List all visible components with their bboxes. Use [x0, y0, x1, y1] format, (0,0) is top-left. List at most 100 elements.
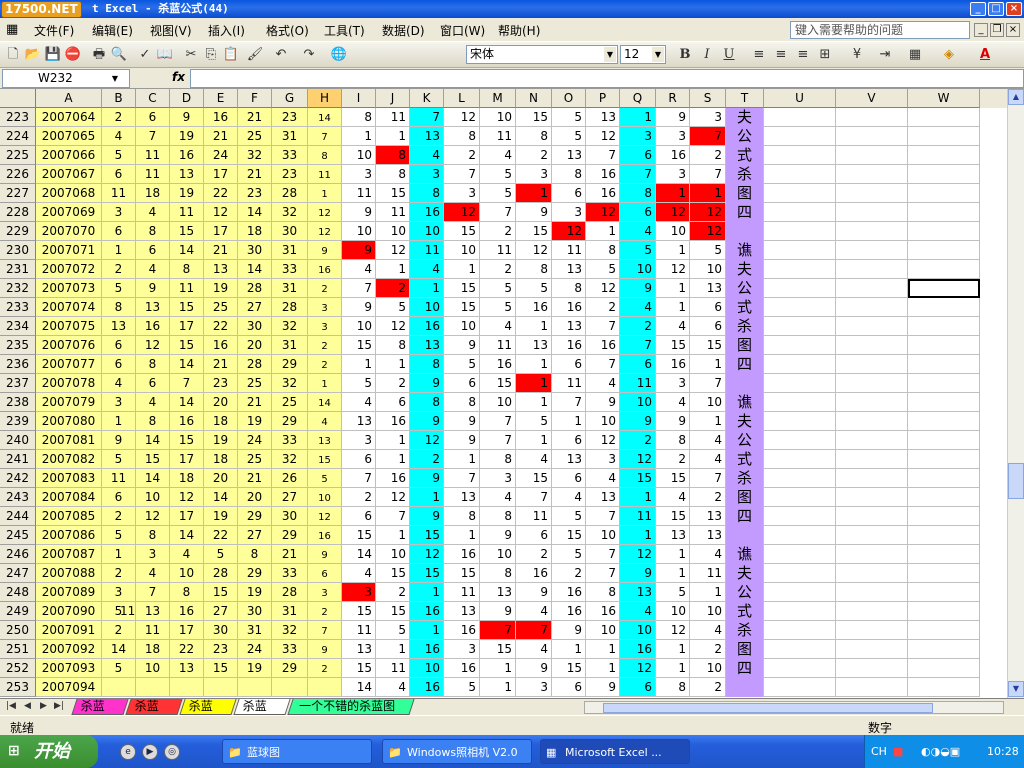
cell-kill-value[interactable]: 11	[342, 184, 376, 203]
cell-blue-ball[interactable]: 11	[308, 165, 342, 184]
cell-red-ball[interactable]: 6	[102, 336, 136, 355]
cell-kill-value[interactable]: 9	[410, 507, 444, 526]
cell-kill-value[interactable]: 13	[410, 127, 444, 146]
cell-red-ball[interactable]: 11	[170, 203, 204, 222]
cell-red-ball[interactable]: 19	[170, 184, 204, 203]
cell-kill-value[interactable]: 10	[342, 317, 376, 336]
cell-red-ball[interactable]: 23	[272, 165, 308, 184]
cell-red-ball[interactable]: 25	[204, 298, 238, 317]
cell-kill-value[interactable]: 5	[690, 241, 726, 260]
cell-red-ball[interactable]: 14	[238, 260, 272, 279]
cell-empty[interactable]	[764, 507, 836, 526]
cell-kill-value[interactable]: 7	[480, 412, 516, 431]
cell-empty[interactable]	[836, 222, 908, 241]
select-all-corner[interactable]	[0, 89, 36, 108]
cell-red-ball[interactable]: 19	[170, 127, 204, 146]
cell-kill-value[interactable]: 16	[444, 545, 480, 564]
task-camera[interactable]: 📁 Windows照相机 V2.0	[382, 739, 532, 764]
cell-empty[interactable]	[908, 526, 980, 545]
side-label-cell[interactable]	[726, 222, 764, 241]
cell-kill-value[interactable]: 8	[516, 127, 552, 146]
cell-red-ball[interactable]: 10	[136, 488, 170, 507]
cell-red-ball[interactable]: 2	[102, 507, 136, 526]
cell-red-ball[interactable]: 15	[204, 583, 238, 602]
cell-kill-value[interactable]: 13	[690, 507, 726, 526]
cell-red-ball[interactable]: 33	[272, 146, 308, 165]
cell-red-ball[interactable]: 29	[272, 659, 308, 678]
row-header[interactable]: 251	[0, 640, 36, 659]
cell-kill-value[interactable]: 3	[690, 108, 726, 127]
formula-input[interactable]	[190, 69, 1024, 88]
cell-kill-value[interactable]: 1	[516, 317, 552, 336]
cell-red-ball[interactable]: 29	[238, 507, 272, 526]
cell-kill-value[interactable]: 15	[376, 564, 410, 583]
h-scroll-thumb[interactable]	[603, 703, 933, 713]
copy-icon[interactable]: ⎘	[202, 46, 220, 64]
cell-blue-ball[interactable]	[308, 678, 342, 697]
cell-kill-value[interactable]: 8	[480, 507, 516, 526]
cell-kill-value[interactable]: 10	[410, 222, 444, 241]
name-box[interactable]: W232 ▼	[2, 69, 130, 88]
cell-issue[interactable]: 2007077	[36, 355, 102, 374]
cell-empty[interactable]	[908, 450, 980, 469]
cell-kill-value[interactable]: 3	[480, 469, 516, 488]
cell-kill-value[interactable]: 13	[444, 488, 480, 507]
cell-red-ball[interactable]: 22	[204, 526, 238, 545]
row-header[interactable]: 244	[0, 507, 36, 526]
ime-icon[interactable]: ■	[893, 735, 903, 768]
undo-icon[interactable]: ↶	[272, 46, 290, 64]
cell-kill-value[interactable]: 2	[376, 583, 410, 602]
cell-red-ball[interactable]: 7	[136, 583, 170, 602]
cell-kill-value[interactable]: 16	[376, 469, 410, 488]
cell-kill-value[interactable]: 12	[620, 450, 656, 469]
cell-red-ball[interactable]: 21	[204, 127, 238, 146]
quicklaunch-media-icon[interactable]: ▶	[142, 744, 158, 760]
cell-kill-value[interactable]: 1	[376, 450, 410, 469]
cell-red-ball[interactable]: 31	[272, 241, 308, 260]
cell-kill-value[interactable]: 4	[480, 488, 516, 507]
cell-kill-value[interactable]: 2	[376, 374, 410, 393]
cell-kill-value[interactable]: 5	[444, 678, 480, 697]
cell-kill-value[interactable]: 8	[586, 241, 620, 260]
cell-kill-value[interactable]: 1	[516, 393, 552, 412]
cell-kill-value[interactable]: 16	[516, 298, 552, 317]
cell-red-ball[interactable]: 23	[238, 184, 272, 203]
cell-kill-value[interactable]: 1	[376, 355, 410, 374]
align-left-icon[interactable]: ≡	[750, 46, 768, 64]
row-header[interactable]: 229	[0, 222, 36, 241]
cell-red-ball[interactable]: 17	[204, 222, 238, 241]
cell-kill-value[interactable]: 10	[690, 659, 726, 678]
cell-issue[interactable]: 2007065	[36, 127, 102, 146]
cell-kill-value[interactable]: 8	[480, 450, 516, 469]
cell-red-ball[interactable]: 4	[136, 260, 170, 279]
cell-issue[interactable]: 2007075	[36, 317, 102, 336]
cell-kill-value[interactable]: 3	[342, 583, 376, 602]
side-label-cell[interactable]: 杀	[726, 165, 764, 184]
cell-red-ball[interactable]: 14	[170, 393, 204, 412]
cell-red-ball[interactable]: 14	[204, 488, 238, 507]
cell-red-ball[interactable]: 24	[238, 431, 272, 450]
cell-kill-value[interactable]: 1	[690, 355, 726, 374]
cell-kill-value[interactable]: 16	[410, 203, 444, 222]
cell-red-ball[interactable]: 27	[238, 526, 272, 545]
column-header-F[interactable]: F	[238, 89, 272, 108]
cell-kill-value[interactable]: 15	[480, 374, 516, 393]
redo-icon[interactable]: ↷	[300, 46, 318, 64]
cell-kill-value[interactable]: 5	[516, 412, 552, 431]
cell-kill-value[interactable]: 6	[342, 450, 376, 469]
cell-kill-value[interactable]: 7	[480, 203, 516, 222]
cell-kill-value[interactable]: 8	[516, 260, 552, 279]
cell-red-ball[interactable]: 11	[136, 146, 170, 165]
cell-empty[interactable]	[836, 507, 908, 526]
cell-kill-value[interactable]: 15	[444, 222, 480, 241]
cell-red-ball[interactable]: 6	[102, 355, 136, 374]
cell-kill-value[interactable]: 9	[620, 279, 656, 298]
cell-kill-value[interactable]: 3	[656, 127, 690, 146]
cell-empty[interactable]	[908, 621, 980, 640]
cell-kill-value[interactable]: 1	[552, 640, 586, 659]
cell-red-ball[interactable]: 15	[170, 336, 204, 355]
cell-kill-value[interactable]: 1	[516, 374, 552, 393]
column-header-E[interactable]: E	[204, 89, 238, 108]
side-label-cell[interactable]: 四	[726, 507, 764, 526]
column-header-W[interactable]: W	[908, 89, 980, 108]
